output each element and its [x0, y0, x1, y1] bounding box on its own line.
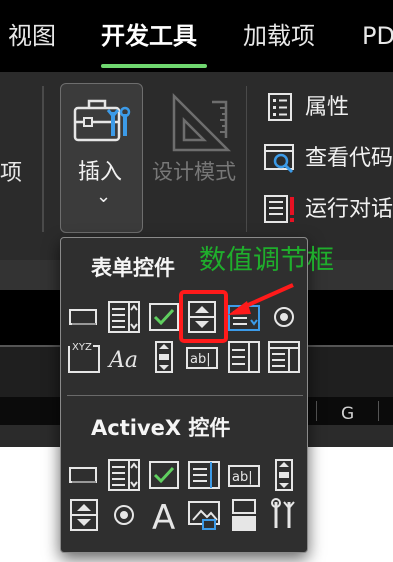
more-controls-icon[interactable] — [267, 498, 301, 532]
column-divider — [378, 401, 379, 421]
insert-controls-button[interactable]: 插入 ⌄ — [60, 83, 143, 233]
tab-view[interactable]: 视图 — [8, 24, 56, 48]
combo-box-icon[interactable] — [107, 458, 141, 492]
design-mode-button[interactable]: 设计模式 — [152, 162, 236, 183]
tab-pdf[interactable]: PD — [362, 24, 393, 48]
set-square-icon — [172, 92, 232, 152]
group-box-icon[interactable]: XYZ — [67, 340, 101, 374]
toolbox-icon — [73, 99, 131, 142]
check-box-icon[interactable] — [147, 458, 181, 492]
view-code-icon — [264, 144, 294, 174]
form-controls-title: 表单控件 — [91, 256, 175, 280]
list-box-icon[interactable] — [187, 458, 221, 492]
combo-box-icon[interactable] — [107, 300, 141, 334]
spin-button-icon[interactable] — [67, 498, 101, 532]
label-icon[interactable]: A — [147, 498, 181, 532]
combo-list-icon[interactable] — [227, 340, 261, 374]
button-icon[interactable] — [67, 300, 101, 334]
combo-dropdown-icon[interactable] — [267, 340, 301, 374]
activex-controls-title: ActiveX 控件 — [91, 416, 231, 440]
chevron-down-icon: ⌄ — [96, 186, 112, 207]
run-dialog-button[interactable]: 运行对话 — [305, 199, 393, 221]
tab-add-ins[interactable]: 加载项 — [243, 24, 315, 48]
scroll-bar-icon[interactable] — [267, 458, 301, 492]
label-icon[interactable]: Aa — [107, 340, 141, 374]
ribbon-group-divider — [42, 86, 44, 232]
view-code-button[interactable]: 查看代码 — [305, 148, 393, 170]
svg-text:XYZ: XYZ — [72, 342, 92, 353]
image-icon[interactable] — [187, 498, 221, 532]
ribbon-left-cut-label[interactable]: 项 — [0, 163, 22, 185]
active-tab-indicator — [101, 64, 207, 68]
column-divider — [316, 401, 317, 421]
tab-developer[interactable]: 开发工具 — [101, 24, 197, 48]
svg-text:A: A — [152, 498, 175, 532]
properties-icon — [268, 93, 292, 121]
ribbon-tab-bar: 视图 开发工具 加载项 PD — [0, 0, 393, 72]
properties-button[interactable]: 属性 — [305, 97, 349, 119]
excel-window: 视图 开发工具 加载项 PD 项 插入 ⌄ 设计模式 属性 查看代码 运行对话 … — [0, 0, 393, 562]
annotation-label: 数值调节框 — [199, 245, 334, 276]
run-dialog-icon — [264, 195, 294, 223]
dropdown-divider — [67, 395, 303, 396]
text-field-icon[interactable]: ab| — [185, 340, 219, 374]
option-button-icon[interactable] — [107, 498, 141, 532]
insert-label: 插入 — [78, 160, 123, 185]
toggle-button-icon[interactable] — [227, 498, 261, 532]
svg-text:Aa: Aa — [107, 348, 138, 373]
annotation-arrow-icon — [228, 283, 294, 315]
spin-button-highlight — [179, 290, 228, 343]
text-box-icon[interactable]: ab| — [227, 458, 261, 492]
check-box-icon[interactable] — [147, 300, 181, 334]
svg-text:ab|: ab| — [232, 470, 253, 485]
ribbon-group-divider — [246, 86, 247, 232]
command-button-icon[interactable] — [67, 458, 101, 492]
column-header-g[interactable]: G — [341, 406, 354, 423]
scroll-bar-icon[interactable] — [147, 340, 181, 374]
svg-text:ab|: ab| — [190, 352, 211, 367]
